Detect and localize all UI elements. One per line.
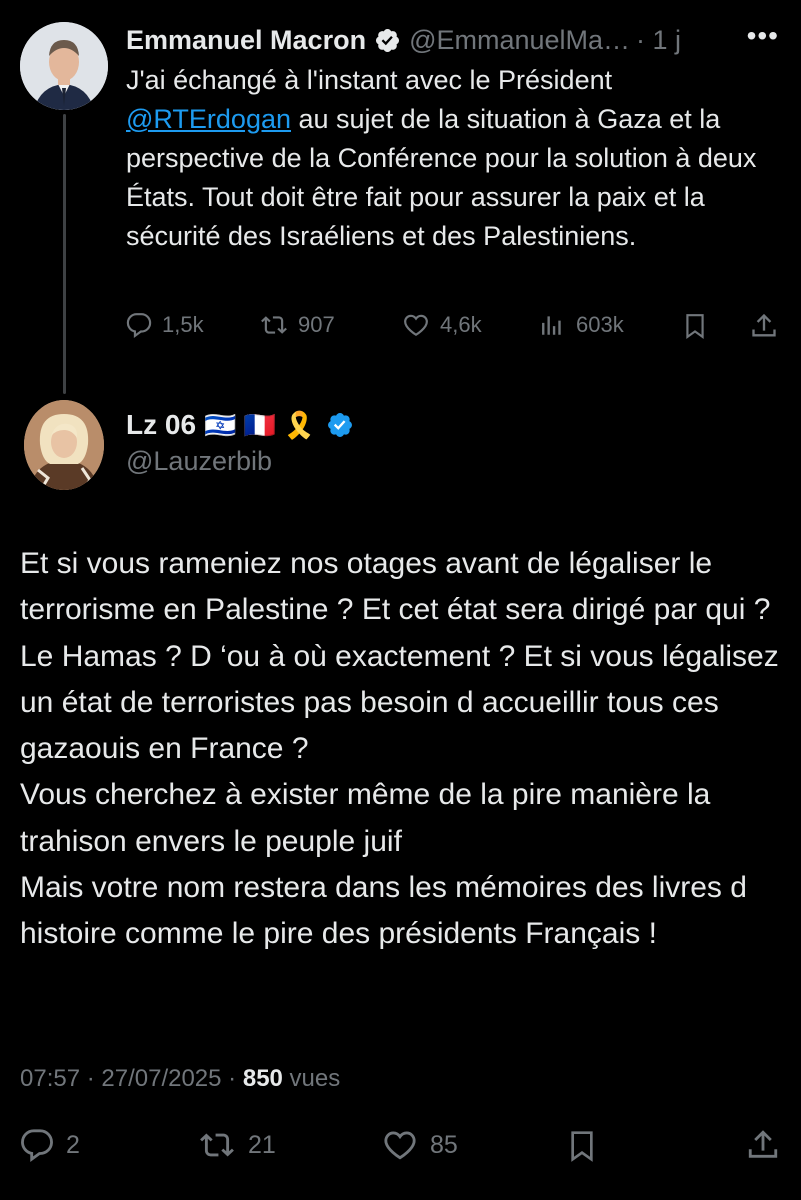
retweet-count: 907 — [298, 312, 335, 337]
views-button[interactable]: 603k — [540, 312, 624, 338]
retweet-icon — [261, 316, 287, 334]
reply-header: Lz 06 🇮🇱 🇫🇷 🎗️ — [126, 403, 354, 447]
heart-icon — [384, 1131, 416, 1160]
bookmark-button[interactable] — [566, 1128, 598, 1164]
retweet-button[interactable]: 907 — [260, 312, 335, 338]
verified-badge-icon — [376, 28, 400, 52]
bookmark-icon — [686, 314, 704, 339]
author-handle[interactable]: @EmmanuelMa… — [409, 25, 630, 56]
views-count: 850 — [242, 1065, 283, 1092]
macron-avatar-image — [20, 22, 108, 110]
reply-text: Et si vous rameniez nos otages avant de … — [20, 547, 779, 951]
heart-icon — [404, 314, 428, 337]
tweet-text: J'ai échangé à l'instant avec le Préside… — [126, 61, 776, 256]
reply-button[interactable]: 2 — [20, 1128, 80, 1162]
reply-count: 1,5k — [162, 312, 204, 337]
tweet-time[interactable]: · 1 j — [636, 25, 681, 56]
reply-icon — [21, 1129, 53, 1162]
tweet-header: Emmanuel Macron @EmmanuelMa… · 1 j — [126, 22, 786, 58]
like-button[interactable]: 4,6k — [402, 312, 482, 338]
retweet-icon — [200, 1133, 234, 1157]
reply-count: 2 — [66, 1130, 80, 1159]
views-count: 603k — [576, 312, 624, 337]
mention-link[interactable]: @RTErdogan — [126, 104, 291, 134]
views-label: vues — [282, 1065, 341, 1092]
reply-icon — [126, 313, 152, 338]
more-options-icon[interactable]: ••• — [747, 20, 779, 52]
bookmark-icon — [571, 1131, 593, 1162]
name-emojis: 🇮🇱 🇫🇷 🎗️ — [204, 409, 316, 440]
reply-button[interactable]: 1,5k — [126, 312, 204, 338]
author-handle[interactable]: @Lauzerbib — [126, 446, 272, 477]
avatar[interactable] — [24, 400, 104, 490]
like-count: 85 — [430, 1130, 458, 1159]
like-button[interactable]: 85 — [382, 1128, 458, 1162]
tweet-timestamp[interactable]: 07:57 · 27/07/2025 · — [20, 1065, 243, 1092]
tweet-meta: 07:57 · 27/07/2025 · 850 vues — [20, 1065, 340, 1093]
share-icon — [748, 1130, 778, 1158]
retweet-count: 21 — [248, 1130, 276, 1159]
share-button[interactable] — [746, 1128, 780, 1162]
thread-connector-line — [63, 114, 66, 394]
bookmark-button[interactable] — [682, 312, 708, 340]
analytics-icon — [542, 316, 561, 335]
share-icon — [752, 313, 776, 337]
verified-badge-icon — [327, 413, 352, 437]
tweet-text-start: J'ai échangé à l'instant avec le Préside… — [126, 65, 613, 95]
author-name[interactable]: Emmanuel Macron — [126, 25, 366, 56]
author-name[interactable]: Lz 06 — [126, 409, 196, 441]
lz06-avatar-image — [24, 400, 104, 490]
tweet-actions: 1,5k 907 4,6k 603k — [126, 312, 781, 352]
share-button[interactable] — [750, 312, 778, 340]
reply-actions: 2 21 85 — [20, 1128, 782, 1172]
avatar[interactable] — [20, 22, 108, 110]
retweet-button[interactable]: 21 — [198, 1128, 276, 1162]
like-count: 4,6k — [440, 312, 482, 337]
